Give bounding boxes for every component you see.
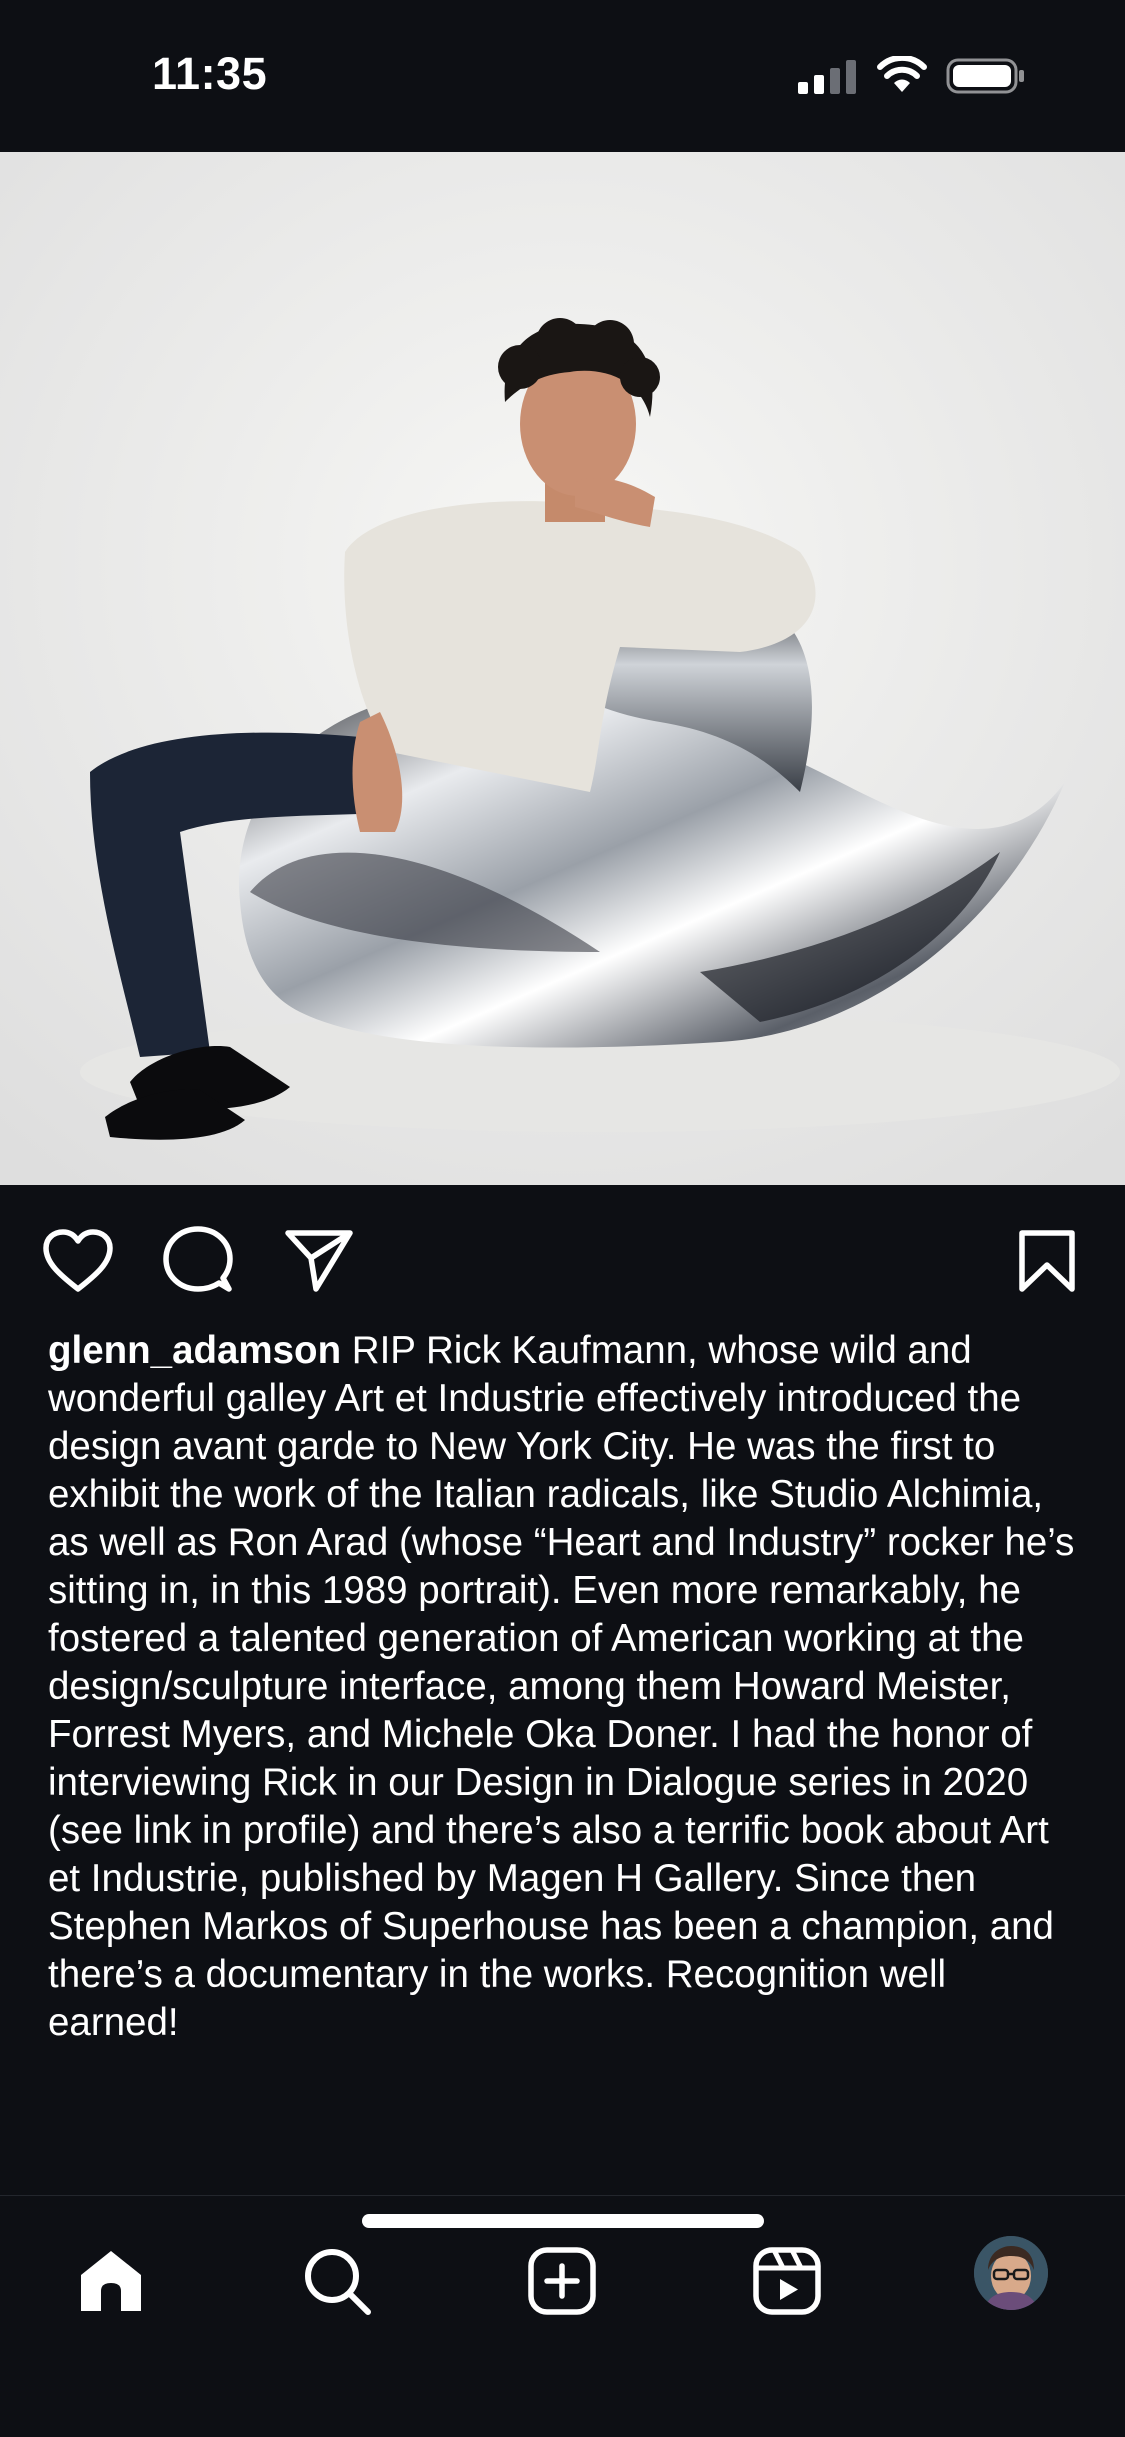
profile-avatar-image	[974, 2236, 1048, 2310]
caption-username[interactable]: glenn_adamson	[48, 1329, 341, 1372]
nav-profile-avatar[interactable]	[974, 2236, 1048, 2310]
save-button[interactable]	[1009, 1225, 1085, 1297]
home-indicator	[362, 2214, 764, 2228]
post-caption: glenn_adamson RIP Rick Kaufmann, whose w…	[48, 1327, 1083, 2047]
send-icon	[285, 1230, 353, 1292]
bookmark-icon	[1019, 1230, 1075, 1292]
share-button[interactable]	[281, 1225, 357, 1297]
comment-icon	[163, 1226, 233, 1292]
home-icon	[81, 2251, 141, 2311]
cellular-signal-icon	[798, 60, 856, 94]
post-action-bar	[0, 1185, 1125, 1325]
reels-icon	[753, 2247, 821, 2315]
battery-icon	[946, 58, 1024, 94]
bottom-nav-bar	[0, 2195, 1125, 2437]
post-photo[interactable]	[0, 152, 1125, 1185]
status-time: 11:35	[152, 48, 268, 99]
like-button[interactable]	[40, 1225, 116, 1297]
nav-home-button[interactable]	[66, 2236, 156, 2326]
nav-reels-button[interactable]	[742, 2236, 832, 2326]
nav-search-button[interactable]	[292, 2236, 382, 2326]
heart-icon	[43, 1229, 113, 1292]
comment-button[interactable]	[160, 1225, 236, 1297]
photo-illustration	[0, 152, 1125, 1185]
wifi-icon	[877, 56, 927, 92]
search-icon	[305, 2249, 371, 2315]
caption-text: RIP Rick Kaufmann, whose wild and wonder…	[48, 1329, 1075, 2044]
status-bar: 11:35	[0, 0, 1125, 152]
nav-create-button[interactable]	[517, 2236, 607, 2326]
plus-square-icon	[528, 2247, 596, 2315]
